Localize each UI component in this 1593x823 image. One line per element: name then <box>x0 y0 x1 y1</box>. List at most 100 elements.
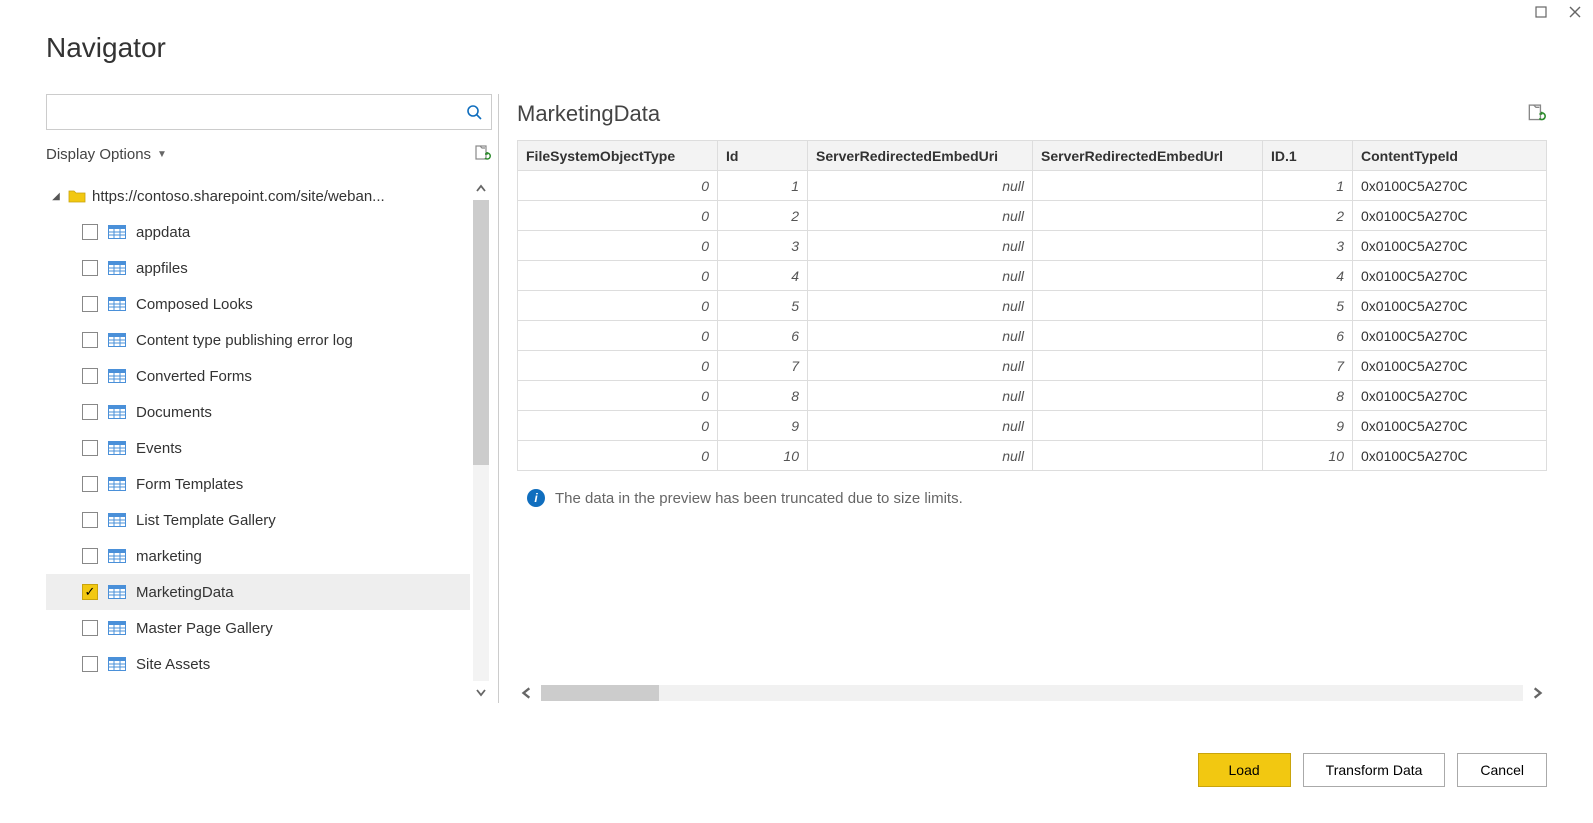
scroll-up-icon[interactable] <box>472 180 490 198</box>
transform-data-button[interactable]: Transform Data <box>1303 753 1446 787</box>
table-cell: null <box>808 201 1033 231</box>
checkbox[interactable] <box>82 656 98 672</box>
table-cell <box>1033 411 1263 441</box>
footer-buttons: Load Transform Data Cancel <box>1198 753 1547 787</box>
table-cell: null <box>808 411 1033 441</box>
checkbox[interactable] <box>82 296 98 312</box>
display-options-dropdown[interactable]: Display Options ▼ <box>46 146 167 163</box>
checkbox[interactable] <box>82 260 98 276</box>
table-row[interactable]: 02null20x0100C5A270C <box>518 201 1547 231</box>
table-cell: null <box>808 441 1033 471</box>
table-cell: 2 <box>1263 201 1353 231</box>
checkbox[interactable] <box>82 512 98 528</box>
maximize-button[interactable] <box>1533 4 1549 20</box>
search-box <box>46 94 492 130</box>
table-cell: null <box>808 261 1033 291</box>
table-row[interactable]: 05null50x0100C5A270C <box>518 291 1547 321</box>
table-row[interactable]: 08null80x0100C5A270C <box>518 381 1547 411</box>
tree-item-label: appfiles <box>136 260 188 277</box>
tree-item[interactable]: Master Page Gallery <box>46 610 470 646</box>
table-column-header[interactable]: ContentTypeId <box>1353 141 1547 171</box>
tree-item-label: Content type publishing error log <box>136 332 353 349</box>
table-column-header[interactable]: Id <box>718 141 808 171</box>
tree-item[interactable]: appfiles <box>46 250 470 286</box>
table-cell: 0x0100C5A270C <box>1353 411 1547 441</box>
refresh-tree-icon[interactable] <box>472 144 492 164</box>
table-row[interactable]: 06null60x0100C5A270C <box>518 321 1547 351</box>
tree-item[interactable]: Events <box>46 430 470 466</box>
table-column-header[interactable]: ServerRedirectedEmbedUrl <box>1033 141 1263 171</box>
table-cell: 4 <box>718 261 808 291</box>
hscroll-thumb[interactable] <box>541 685 659 701</box>
table-cell: 0 <box>518 171 718 201</box>
tree-item[interactable]: Site Assets <box>46 646 470 682</box>
table-icon <box>108 333 126 347</box>
checkbox[interactable] <box>82 368 98 384</box>
table-column-header[interactable]: ServerRedirectedEmbedUri <box>808 141 1033 171</box>
table-row[interactable]: 07null70x0100C5A270C <box>518 351 1547 381</box>
table-cell <box>1033 381 1263 411</box>
table-cell: null <box>808 231 1033 261</box>
search-input[interactable] <box>47 104 457 120</box>
tree-item[interactable]: appdata <box>46 214 470 250</box>
info-icon: i <box>527 489 545 507</box>
tree-vertical-scrollbar[interactable] <box>470 178 492 703</box>
scroll-left-icon[interactable] <box>517 683 537 703</box>
checkbox[interactable] <box>82 620 98 636</box>
pane-divider <box>498 94 499 703</box>
tree-item-label: Site Assets <box>136 656 210 673</box>
table-cell: 8 <box>718 381 808 411</box>
table-column-header[interactable]: FileSystemObjectType <box>518 141 718 171</box>
table-icon <box>108 405 126 419</box>
table-cell: 3 <box>1263 231 1353 261</box>
checkbox[interactable] <box>82 404 98 420</box>
tree-item[interactable]: Documents <box>46 394 470 430</box>
tree-item[interactable]: Converted Forms <box>46 358 470 394</box>
load-button[interactable]: Load <box>1198 753 1291 787</box>
scroll-right-icon[interactable] <box>1527 683 1547 703</box>
hscroll-track[interactable] <box>541 685 1523 701</box>
table-icon <box>108 297 126 311</box>
table-cell: 1 <box>1263 171 1353 201</box>
scroll-track[interactable] <box>473 200 489 681</box>
info-message: i The data in the preview has been trunc… <box>517 489 1547 507</box>
table-cell: null <box>808 381 1033 411</box>
cancel-button[interactable]: Cancel <box>1457 753 1547 787</box>
table-cell: 0 <box>518 201 718 231</box>
close-button[interactable] <box>1567 4 1583 20</box>
table-cell: 0 <box>518 351 718 381</box>
tree-item[interactable]: ✓MarketingData <box>46 574 470 610</box>
checkbox[interactable] <box>82 332 98 348</box>
tree-item[interactable]: marketing <box>46 538 470 574</box>
checkbox[interactable]: ✓ <box>82 584 98 600</box>
checkbox[interactable] <box>82 548 98 564</box>
table-cell: 8 <box>1263 381 1353 411</box>
table-cell: 7 <box>718 351 808 381</box>
table-icon <box>108 261 126 275</box>
search-icon[interactable] <box>457 95 491 129</box>
navigator-pane: Display Options ▼ ◢ https://contoso.shar… <box>46 94 492 703</box>
tree-root-node[interactable]: ◢ https://contoso.sharepoint.com/site/we… <box>46 178 470 214</box>
table-row[interactable]: 04null40x0100C5A270C <box>518 261 1547 291</box>
scroll-down-icon[interactable] <box>472 683 490 701</box>
chevron-down-icon: ▼ <box>157 149 167 160</box>
preview-horizontal-scrollbar[interactable] <box>517 683 1547 703</box>
table-column-header[interactable]: ID.1 <box>1263 141 1353 171</box>
tree-item[interactable]: Composed Looks <box>46 286 470 322</box>
table-cell: 4 <box>1263 261 1353 291</box>
checkbox[interactable] <box>82 476 98 492</box>
scroll-thumb[interactable] <box>473 200 489 465</box>
tree-item[interactable]: Content type publishing error log <box>46 322 470 358</box>
checkbox[interactable] <box>82 224 98 240</box>
table-row[interactable]: 01null10x0100C5A270C <box>518 171 1547 201</box>
checkbox[interactable] <box>82 440 98 456</box>
tree-item-label: marketing <box>136 548 202 565</box>
table-row[interactable]: 03null30x0100C5A270C <box>518 231 1547 261</box>
table-cell: 6 <box>1263 321 1353 351</box>
tree-item[interactable]: List Template Gallery <box>46 502 470 538</box>
refresh-preview-icon[interactable] <box>1525 103 1547 125</box>
table-row[interactable]: 09null90x0100C5A270C <box>518 411 1547 441</box>
table-cell: 0x0100C5A270C <box>1353 381 1547 411</box>
tree-item[interactable]: Form Templates <box>46 466 470 502</box>
table-row[interactable]: 010null100x0100C5A270C <box>518 441 1547 471</box>
